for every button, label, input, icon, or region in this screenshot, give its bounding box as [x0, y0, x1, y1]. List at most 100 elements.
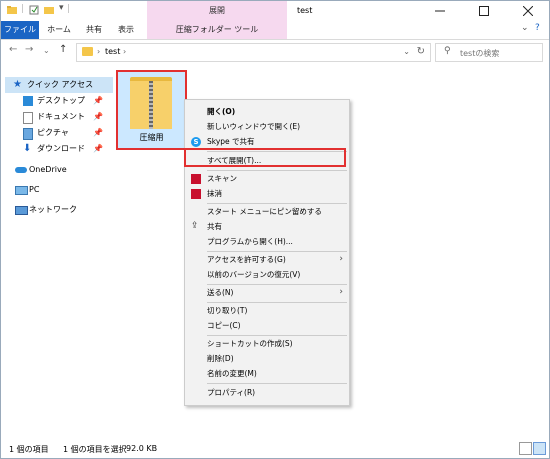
back-arrow-icon[interactable]: ← — [9, 44, 17, 55]
menu-item-pin-to-start[interactable]: スタート メニューにピン留めする — [185, 204, 349, 219]
file-item-compressed-folder[interactable]: 圧縮用 — [116, 70, 187, 150]
search-icon: ⚲ — [444, 46, 451, 56]
nav-item-label: デスクトップ — [37, 96, 85, 105]
title-divider: | — [67, 4, 71, 14]
title-divider: | — [21, 4, 25, 14]
ribbon-tabs: ファイル ホーム 共有 表示 圧縮フォルダー ツール ⌄ ? — [1, 21, 549, 40]
menu-item-shred[interactable]: 抹消 — [185, 186, 349, 201]
menu-item-label: Skype で共有 — [207, 137, 255, 146]
menu-item-label: 削除(D) — [207, 354, 234, 363]
large-icons-view-icon[interactable] — [533, 442, 546, 455]
menu-item-restore-previous-versions[interactable]: 以前のバージョンの復元(V) — [185, 267, 349, 282]
breadcrumb-chevron-icon[interactable]: › — [97, 47, 100, 56]
menu-item-label: 切り取り(T) — [207, 306, 248, 315]
tab-home[interactable]: ホーム — [41, 21, 77, 39]
nav-item-network[interactable]: ネットワーク — [5, 202, 113, 218]
nav-item-label: ネットワーク — [29, 205, 77, 214]
menu-item-label: プロパティ(R) — [207, 388, 256, 397]
menu-item-label: 開く(O) — [207, 107, 236, 116]
recent-locations-icon[interactable]: ⌄ — [43, 46, 50, 55]
menu-item-open[interactable]: 開く(O) — [185, 104, 349, 119]
pc-icon — [15, 186, 28, 195]
menu-item-label: スキャン — [207, 174, 237, 183]
tab-view[interactable]: 表示 — [111, 21, 141, 39]
menu-item-label: 以前のバージョンの復元(V) — [207, 270, 301, 279]
tab-compressed-folder-tools[interactable]: 圧縮フォルダー ツール — [147, 21, 287, 39]
nav-item-label: PC — [29, 185, 40, 194]
menu-item-cut[interactable]: 切り取り(T) — [185, 303, 349, 318]
nav-item-label: ドキュメント — [37, 112, 85, 121]
contextual-tab-group-header: 展開 — [147, 1, 287, 21]
star-icon: ★ — [13, 79, 22, 90]
close-icon — [523, 6, 533, 16]
nav-item-documents[interactable]: ドキュメント 📌 — [5, 109, 113, 125]
mcafee-icon — [191, 174, 201, 184]
tab-share[interactable]: 共有 — [79, 21, 109, 39]
address-row: ← → ⌄ ↑ › test › ⌄ ↻ ⚲ — [1, 41, 549, 63]
menu-item-copy[interactable]: コピー(C) — [185, 318, 349, 333]
nav-item-downloads[interactable]: ⬇ ダウンロード 📌 — [5, 141, 113, 157]
status-item-count: 1 個の項目 — [9, 445, 49, 454]
address-bar[interactable]: › test › ⌄ ↻ — [76, 43, 431, 62]
nav-item-quick-access[interactable]: ★ クイック アクセス — [5, 77, 113, 93]
navigation-pane: ★ クイック アクセス デスクトップ 📌 ドキュメント 📌 ピクチャ 📌 ⬇ ダ… — [1, 65, 113, 435]
nav-item-pc[interactable]: PC — [5, 182, 113, 198]
expand-ribbon-icon[interactable]: ⌄ — [521, 23, 529, 33]
breadcrumb-chevron-icon[interactable]: › — [123, 47, 126, 56]
nav-item-label: クイック アクセス — [27, 80, 94, 89]
folder-icon — [7, 6, 17, 14]
nav-item-pictures[interactable]: ピクチャ 📌 — [5, 125, 113, 141]
refresh-icon[interactable]: ↻ — [417, 46, 425, 57]
menu-item-label: 送る(N) — [207, 288, 234, 297]
file-name: 圧縮用 — [139, 133, 164, 142]
menu-item-rename[interactable]: 名前の変更(M) — [185, 366, 349, 381]
minimize-button[interactable] — [419, 1, 461, 21]
window-title: test — [297, 6, 313, 15]
menu-item-open-new-window[interactable]: 新しいウィンドウで開く(E) — [185, 119, 349, 134]
forward-arrow-icon[interactable]: → — [25, 44, 33, 55]
properties-icon[interactable] — [29, 5, 39, 15]
pin-icon[interactable]: 📌 — [93, 109, 103, 125]
close-button[interactable] — [507, 1, 549, 21]
pin-icon[interactable]: 📌 — [93, 125, 103, 141]
address-dropdown-icon[interactable]: ⌄ — [403, 47, 410, 56]
customize-quick-access-icon[interactable]: ▾ — [59, 3, 64, 13]
search-box[interactable]: ⚲ — [435, 43, 543, 62]
search-input[interactable] — [458, 45, 542, 61]
menu-item-delete[interactable]: 削除(D) — [185, 351, 349, 366]
menu-item-create-shortcut[interactable]: ショートカットの作成(S) — [185, 336, 349, 351]
nav-item-onedrive[interactable]: OneDrive — [5, 162, 113, 178]
breadcrumb-test[interactable]: test — [105, 47, 120, 56]
menu-item-label: 抹消 — [207, 189, 222, 198]
menu-item-label: ショートカットの作成(S) — [207, 339, 293, 348]
details-view-icon[interactable] — [519, 442, 532, 455]
pin-icon[interactable]: 📌 — [93, 141, 103, 157]
nav-item-desktop[interactable]: デスクトップ 📌 — [5, 93, 113, 109]
nav-item-label: OneDrive — [29, 165, 67, 174]
menu-item-open-with[interactable]: プログラムから開く(H)... — [185, 234, 349, 249]
status-selected-size: 92.0 KB — [126, 444, 158, 453]
menu-item-scan[interactable]: スキャン — [185, 171, 349, 186]
nav-item-label: ダウンロード — [37, 144, 85, 153]
skype-icon: S — [191, 137, 201, 147]
zip-folder-icon — [130, 77, 172, 129]
tab-file[interactable]: ファイル — [1, 21, 39, 39]
new-folder-icon[interactable] — [44, 5, 54, 15]
menu-item-share-skype[interactable]: S Skype で共有 — [185, 134, 349, 149]
contextual-tab-group-label: 展開 — [209, 6, 225, 15]
submenu-arrow-icon: › — [339, 254, 343, 264]
menu-item-send-to[interactable]: 送る(N) › — [185, 285, 349, 300]
share-icon: ⇪ — [191, 221, 199, 231]
cloud-icon — [15, 167, 27, 173]
help-icon[interactable]: ? — [535, 23, 540, 33]
menu-item-label: アクセスを許可する(G) — [207, 255, 286, 264]
maximize-button[interactable] — [463, 1, 505, 21]
menu-item-share[interactable]: ⇪ 共有 — [185, 219, 349, 234]
pin-icon[interactable]: 📌 — [93, 93, 103, 109]
status-bar: 1 個の項目 1 個の項目を選択 92.0 KB — [1, 441, 549, 458]
menu-item-properties[interactable]: プロパティ(R) — [185, 385, 349, 400]
menu-item-give-access[interactable]: アクセスを許可する(G) › — [185, 252, 349, 267]
document-icon — [23, 112, 33, 124]
up-arrow-icon[interactable]: ↑ — [59, 44, 67, 55]
title-bar: | ▾ | 展開 test — [1, 1, 549, 23]
